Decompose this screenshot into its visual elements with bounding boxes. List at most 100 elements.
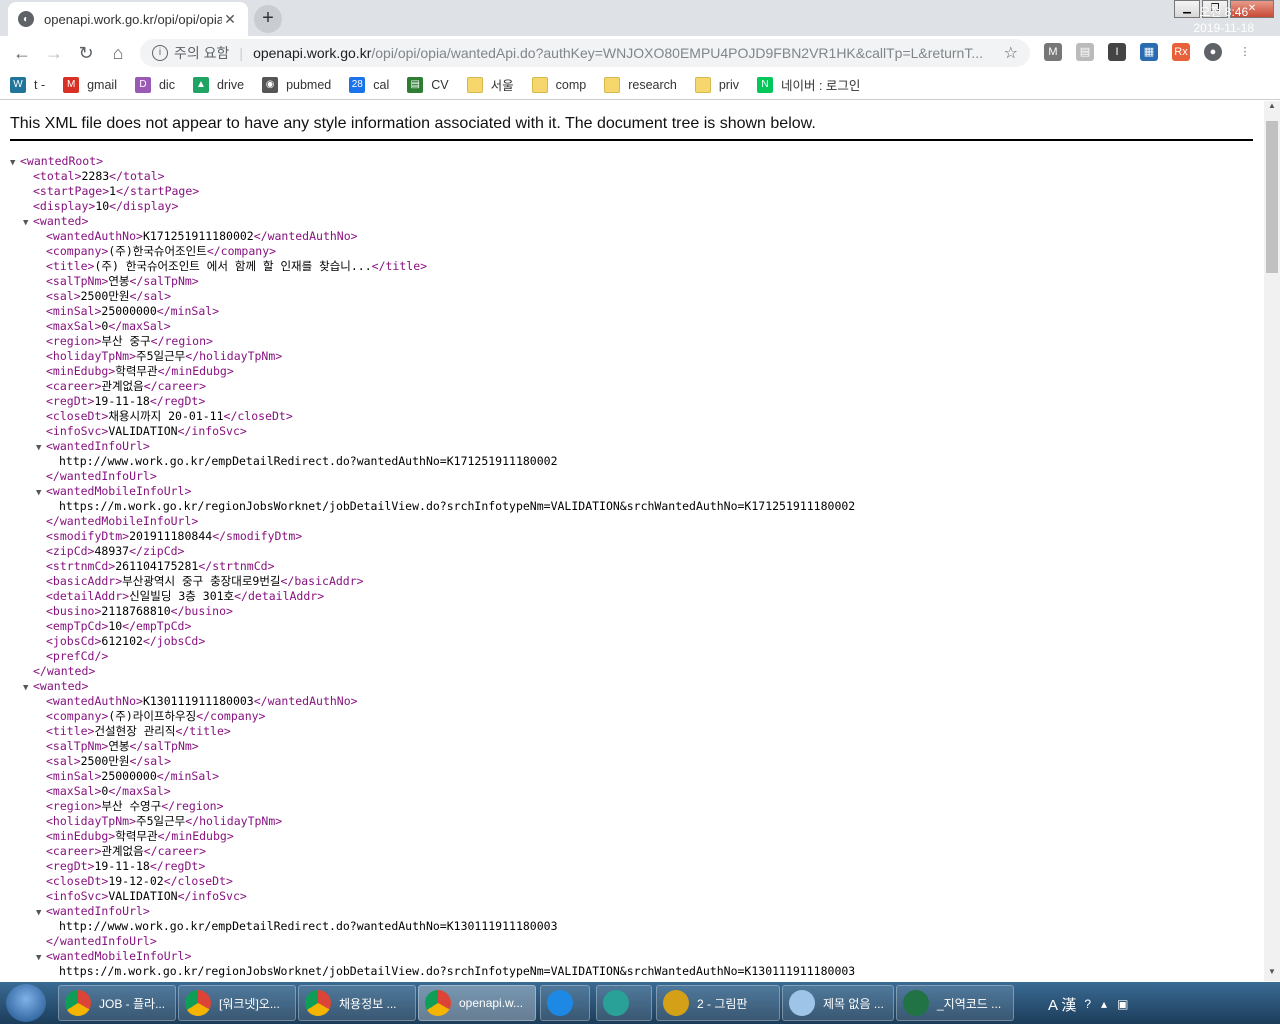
- document-icon[interactable]: ▤: [1076, 43, 1094, 61]
- taskbar-item-5[interactable]: [596, 985, 652, 1021]
- bookmark-10[interactable]: priv: [694, 76, 739, 93]
- xml-tag: </minSal>: [156, 304, 220, 318]
- xml-value: 201911180844: [129, 529, 213, 543]
- forward-icon[interactable]: →: [42, 41, 66, 65]
- taskbar-item-3[interactable]: openapi.w...: [418, 985, 536, 1021]
- xml-line: <title>건설현장 관리직</title>: [0, 724, 855, 739]
- bookmark-9[interactable]: research: [604, 76, 677, 93]
- xml-tag: </holidayTpNm>: [185, 349, 283, 363]
- taskbar-item-7[interactable]: 제목 없음 ...: [782, 985, 894, 1021]
- xml-tag: </title>: [371, 259, 428, 273]
- address-bar[interactable]: i 주의 요함 | openapi.work.go.kr /opi/opi/op…: [140, 39, 1030, 67]
- bookmark-5[interactable]: 28 cal: [349, 76, 389, 93]
- xml-value: 주5일근무: [136, 814, 186, 828]
- xml-tag: <minEdubg>: [46, 364, 116, 378]
- taskbar-item-label: [워크넷]오...: [219, 996, 280, 1011]
- xml-line: http://www.work.go.kr/empDetailRedirect.…: [0, 919, 855, 934]
- browser-titlebar: ◐ openapi.work.go.kr/opi/opi/opia ✕ + ▁ …: [0, 0, 1280, 36]
- xml-tag: </busino>: [170, 604, 233, 618]
- star-icon[interactable]: ☆: [1004, 43, 1018, 63]
- xml-line[interactable]: ▼ <wanted>: [0, 214, 855, 229]
- bookmark-1[interactable]: Mgmail: [63, 76, 117, 93]
- collapse-triangle-icon[interactable]: ▼: [23, 216, 33, 231]
- menu-icon[interactable]: ⋮: [1236, 43, 1254, 61]
- xml-line[interactable]: ▼ <wantedRoot>: [0, 154, 855, 169]
- xml-value: 연봉: [108, 274, 130, 288]
- notice-divider: [10, 139, 1253, 141]
- bookmark-6[interactable]: ▤ CV: [407, 76, 449, 93]
- xml-tag: <company>: [46, 244, 109, 258]
- taskbar-item-4[interactable]: [540, 985, 590, 1021]
- scroll-down-icon[interactable]: ▼: [1264, 967, 1280, 981]
- network-icon[interactable]: ▣: [1117, 997, 1128, 1011]
- taskbar-item-1[interactable]: [워크넷]오...: [178, 985, 296, 1021]
- xml-tag: <wantedRoot>: [20, 154, 104, 168]
- ime-indicator[interactable]: A 漢: [1048, 994, 1076, 1015]
- start-button[interactable]: [6, 984, 46, 1022]
- rx-extension-icon[interactable]: Rx: [1172, 43, 1190, 61]
- bookmark-4[interactable]: ◉ pubmed: [262, 76, 331, 93]
- collapse-triangle-icon[interactable]: ▼: [10, 156, 20, 171]
- paint-icon: [663, 990, 689, 1016]
- collapse-triangle-icon[interactable]: ▼: [36, 486, 46, 501]
- xml-line[interactable]: ▼ <wantedMobileInfoUrl>: [0, 949, 855, 964]
- home-icon[interactable]: ⌂: [106, 41, 130, 65]
- reload-icon[interactable]: ↻: [74, 41, 98, 65]
- collapse-triangle-icon[interactable]: ▼: [23, 681, 33, 696]
- xml-line: </wantedMobileInfoUrl>: [0, 514, 855, 529]
- bookmark-2[interactable]: Ddic: [134, 76, 175, 93]
- xml-value: 관계없음: [101, 379, 144, 393]
- instapaper-icon[interactable]: I: [1108, 43, 1126, 61]
- security-label[interactable]: 주의 요함: [174, 43, 229, 63]
- collapse-triangle-icon[interactable]: ▼: [36, 906, 46, 921]
- xml-tag: <region>: [46, 334, 102, 348]
- xml-line[interactable]: ▼ <wanted>: [0, 679, 855, 694]
- xml-line: <holidayTpNm>주5일근무</holidayTpNm>: [0, 814, 855, 829]
- xml-tag: </title>: [175, 724, 231, 738]
- xml-line: <wantedAuthNo>K171251911180002</wantedAu…: [0, 229, 855, 244]
- cv-icon: ▤: [407, 76, 424, 93]
- bookmark-7[interactable]: 서울: [466, 75, 514, 94]
- tray-arrow-icon[interactable]: ▴: [1101, 997, 1107, 1011]
- taskbar-item-8[interactable]: _지역코드 ...: [896, 985, 1014, 1021]
- xml-tag: <infoSvc>: [46, 889, 109, 903]
- new-tab-button[interactable]: +: [254, 5, 282, 33]
- clock[interactable]: 오전 8:46 2019-11-18: [1194, 4, 1255, 36]
- bookmark-8[interactable]: comp: [531, 76, 586, 93]
- ie-icon: [547, 990, 573, 1016]
- bookmark-0[interactable]: Wt -: [10, 76, 45, 93]
- xml-line: https://m.work.go.kr/regionJobsWorknet/j…: [0, 964, 855, 979]
- collapse-triangle-icon[interactable]: ▼: [36, 441, 46, 456]
- back-icon[interactable]: ←: [10, 41, 34, 65]
- xml-tag: <minSal>: [46, 304, 102, 318]
- xml-tag: </infoSvc>: [177, 889, 247, 903]
- browser-tab[interactable]: ◐ openapi.work.go.kr/opi/opi/opia ✕: [8, 2, 248, 36]
- bookmark-11[interactable]: N 네이버 : 로그인: [757, 75, 860, 94]
- xml-line[interactable]: ▼ <wantedInfoUrl>: [0, 904, 855, 919]
- clock-date: 2019-11-18: [1193, 21, 1255, 35]
- dic-icon: D: [134, 76, 151, 93]
- collapse-triangle-icon[interactable]: ▼: [36, 951, 46, 966]
- help-icon[interactable]: ?: [1084, 997, 1091, 1011]
- xml-line[interactable]: ▼ <wantedInfoUrl>: [0, 439, 855, 454]
- folder-icon: [604, 76, 621, 93]
- info-icon[interactable]: i: [152, 45, 168, 61]
- taskbar-item-6[interactable]: 2 - 그림판: [656, 985, 780, 1021]
- taskbar-item-0[interactable]: JOB - 플라...: [58, 985, 176, 1021]
- extension-icon[interactable]: ▦: [1140, 43, 1158, 61]
- xml-value: 25000000: [101, 769, 157, 783]
- xml-value: 관계없음: [101, 844, 144, 858]
- bookmark-3[interactable]: ▲ drive: [192, 76, 244, 93]
- gmail-checker-icon[interactable]: M: [1044, 43, 1062, 61]
- scroll-up-icon[interactable]: ▲: [1264, 101, 1280, 115]
- close-tab-icon[interactable]: ✕: [222, 11, 238, 28]
- taskbar-item-2[interactable]: 채용정보 ...: [298, 985, 416, 1021]
- vertical-scrollbar[interactable]: ▲ ▼: [1264, 101, 1280, 981]
- xml-tag: </strtnmCd>: [198, 559, 275, 573]
- profile-icon[interactable]: ●: [1204, 43, 1222, 61]
- url-path[interactable]: /opi/opi/opia/wantedApi.do?authKey=WNJOX…: [371, 45, 1003, 61]
- scrollbar-thumb[interactable]: [1266, 121, 1278, 273]
- bookmark-label: 네이버 : 로그인: [781, 79, 861, 93]
- url-host[interactable]: openapi.work.go.kr: [253, 45, 371, 61]
- xml-line[interactable]: ▼ <wantedMobileInfoUrl>: [0, 484, 855, 499]
